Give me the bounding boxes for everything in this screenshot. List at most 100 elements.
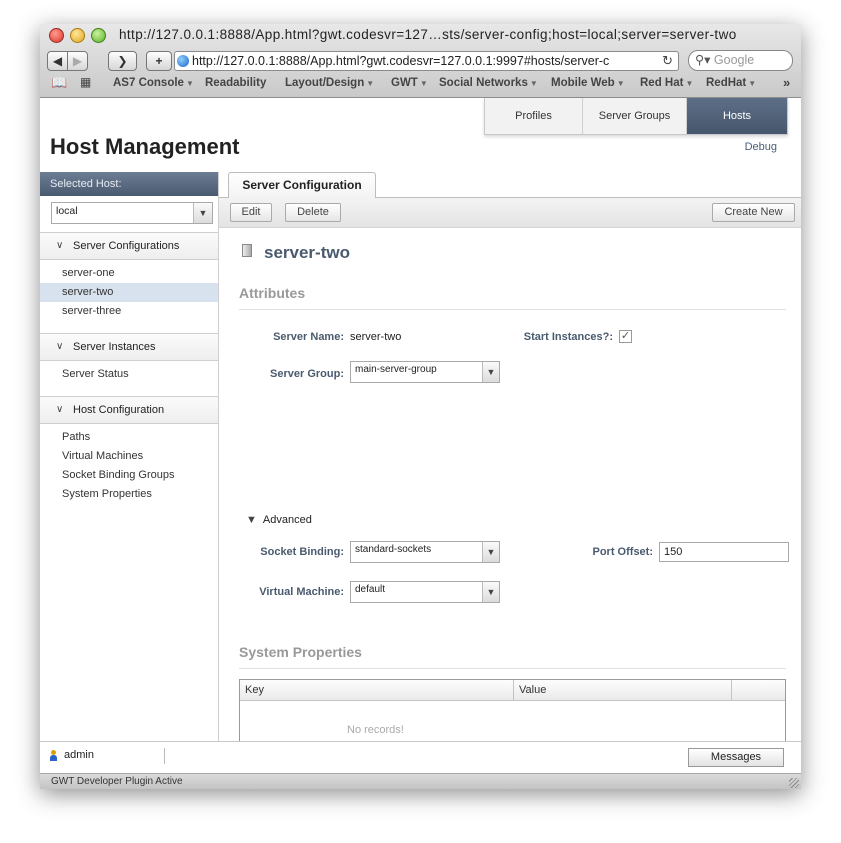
column-header-key[interactable]: Key xyxy=(240,680,514,701)
debug-link[interactable]: Debug xyxy=(745,141,777,153)
zoom-window-icon[interactable] xyxy=(91,28,106,43)
browser-chrome: http://127.0.0.1:8888/App.html?gwt.codes… xyxy=(40,24,801,98)
tab-profiles[interactable]: Profiles xyxy=(485,98,583,134)
chevron-down-icon: ∨ xyxy=(56,404,64,415)
port-offset-label: Port Offset: xyxy=(592,546,654,558)
forward-button[interactable]: ▶ xyxy=(67,51,88,71)
attributes-divider xyxy=(239,309,786,310)
advanced-toggle[interactable]: ▼ Advanced xyxy=(246,514,312,526)
create-new-button[interactable]: Create New xyxy=(712,203,795,222)
current-user[interactable]: admin xyxy=(64,749,94,761)
column-header-value[interactable]: Value xyxy=(514,680,732,701)
tab-server-configuration[interactable]: Server Configuration xyxy=(228,172,376,199)
start-instances-checkbox[interactable]: ✓ xyxy=(619,330,632,343)
main-panel: Server Configuration Edit Delete Create … xyxy=(219,172,801,775)
minimize-window-icon[interactable] xyxy=(70,28,85,43)
user-icon xyxy=(50,750,57,762)
system-properties-title: System Properties xyxy=(239,644,362,660)
chevron-down-icon[interactable]: ▼ xyxy=(482,362,499,382)
panel-tabstrip: Server Configuration xyxy=(219,172,801,199)
host-select-value: local xyxy=(56,205,78,217)
section-server-configurations[interactable]: ∨ Server Configurations xyxy=(40,232,218,260)
reload-icon[interactable]: ↻ xyxy=(662,52,673,70)
sidebar-item-server-status[interactable]: Server Status xyxy=(40,365,218,384)
bookmark-readability[interactable]: Readability xyxy=(205,77,266,89)
book-icon[interactable]: 📖 xyxy=(51,75,67,91)
port-offset-input[interactable]: 150 xyxy=(659,542,789,562)
app-content: Host Management Profiles Server Groups H… xyxy=(40,98,801,789)
bookmark-mobile-web[interactable]: Mobile Web ▼ xyxy=(551,77,625,89)
action-toolbar: Edit Delete Create New xyxy=(219,198,801,228)
bookmark-redhat[interactable]: RedHat ▼ xyxy=(706,77,756,89)
add-bookmark-button[interactable]: + xyxy=(146,51,172,71)
sidebar-item-server-three[interactable]: server-three xyxy=(40,302,218,321)
sidebar-item-server-one[interactable]: server-one xyxy=(40,264,218,283)
start-instances-label: Start Instances?: xyxy=(523,331,613,343)
bookmark-layout-design[interactable]: Layout/Design ▼ xyxy=(285,77,374,89)
bookmark-as7-console[interactable]: AS7 Console ▼ xyxy=(113,77,194,89)
bookmark-red-hat[interactable]: Red Hat ▼ xyxy=(640,77,693,89)
column-header-extra xyxy=(732,680,785,701)
host-select[interactable]: local ▼ xyxy=(51,202,213,224)
url-text: http://127.0.0.1:8888/App.html?gwt.codes… xyxy=(192,54,610,68)
chevron-down-icon: ∨ xyxy=(56,240,64,251)
server-group-select[interactable]: main-server-group ▼ xyxy=(350,361,500,383)
delete-button[interactable]: Delete xyxy=(285,203,341,222)
server-title: server-two xyxy=(264,243,350,262)
sidebar-item-server-two[interactable]: server-two xyxy=(40,283,218,302)
chevron-down-icon[interactable]: ▼ xyxy=(193,203,212,223)
server-name-value: server-two xyxy=(350,331,402,343)
section-host-configuration[interactable]: ∨ Host Configuration xyxy=(40,396,218,424)
server-icon xyxy=(242,244,252,257)
sidebar-item-paths[interactable]: Paths xyxy=(40,428,218,447)
resize-grip-icon[interactable] xyxy=(789,778,799,788)
edit-button[interactable]: Edit xyxy=(230,203,272,222)
sidebar-item-socket-binding-groups[interactable]: Socket Binding Groups xyxy=(40,466,218,485)
attributes-title: Attributes xyxy=(239,285,306,301)
footer-divider xyxy=(164,748,165,764)
page-title: Host Management xyxy=(50,134,240,159)
system-properties-divider xyxy=(239,668,786,669)
tab-hosts[interactable]: Hosts xyxy=(687,98,787,134)
globe-icon xyxy=(177,55,189,67)
messages-button[interactable]: Messages xyxy=(688,748,784,767)
selected-host-label: Selected Host: xyxy=(40,172,218,196)
virtual-machine-value: default xyxy=(355,584,386,595)
grid-icon[interactable]: ▦ xyxy=(80,75,91,89)
app-header: Host Management Profiles Server Groups H… xyxy=(40,98,801,172)
back-button[interactable]: ◀ xyxy=(47,51,68,71)
virtual-machine-label: Virtual Machine: xyxy=(259,586,344,598)
status-text: GWT Developer Plugin Active xyxy=(51,776,183,787)
bookmarks-bar: 📖 ▦ AS7 Console ▼ Readability Layout/Desi… xyxy=(40,75,801,95)
bookmark-social-networks[interactable]: Social Networks ▼ xyxy=(439,77,538,89)
top-navigation: Profiles Server Groups Hosts xyxy=(484,98,788,135)
sidebar: Selected Host: local ▼ ∨ Server Configur… xyxy=(40,172,219,741)
search-placeholder: Google xyxy=(713,53,755,67)
socket-binding-label: Socket Binding: xyxy=(260,546,344,558)
server-name-label: Server Name: xyxy=(273,331,344,343)
virtual-machine-select[interactable]: default ▼ xyxy=(350,581,500,603)
bookmarks-overflow-icon[interactable]: » xyxy=(783,75,790,90)
reader-button[interactable]: ❯ xyxy=(108,51,137,71)
bookmark-gwt[interactable]: GWT ▼ xyxy=(391,77,428,89)
sidebar-item-virtual-machines[interactable]: Virtual Machines xyxy=(40,447,218,466)
address-bar[interactable]: http://127.0.0.1:8888/App.html?gwt.codes… xyxy=(174,51,679,71)
sidebar-item-system-properties[interactable]: System Properties xyxy=(40,485,218,504)
socket-binding-value: standard-sockets xyxy=(355,544,432,555)
socket-binding-select[interactable]: standard-sockets ▼ xyxy=(350,541,500,563)
window-title: http://127.0.0.1:8888/App.html?gwt.codes… xyxy=(119,27,737,42)
tab-server-groups[interactable]: Server Groups xyxy=(583,98,687,134)
chevron-down-icon[interactable]: ▼ xyxy=(482,582,499,602)
server-group-value: main-server-group xyxy=(355,364,437,375)
app-footer: admin Messages xyxy=(40,741,801,773)
search-input[interactable]: ⚲▾ Google xyxy=(688,50,793,71)
chevron-down-icon: ∨ xyxy=(56,341,64,352)
triangle-down-icon: ▼ xyxy=(246,514,257,526)
empty-table-message: No records! xyxy=(347,724,404,736)
close-window-icon[interactable] xyxy=(49,28,64,43)
browser-window: http://127.0.0.1:8888/App.html?gwt.codes… xyxy=(40,24,801,789)
search-icon: ⚲▾ xyxy=(695,53,711,67)
section-server-instances[interactable]: ∨ Server Instances xyxy=(40,333,218,361)
server-group-label: Server Group: xyxy=(270,368,344,380)
chevron-down-icon[interactable]: ▼ xyxy=(482,542,499,562)
